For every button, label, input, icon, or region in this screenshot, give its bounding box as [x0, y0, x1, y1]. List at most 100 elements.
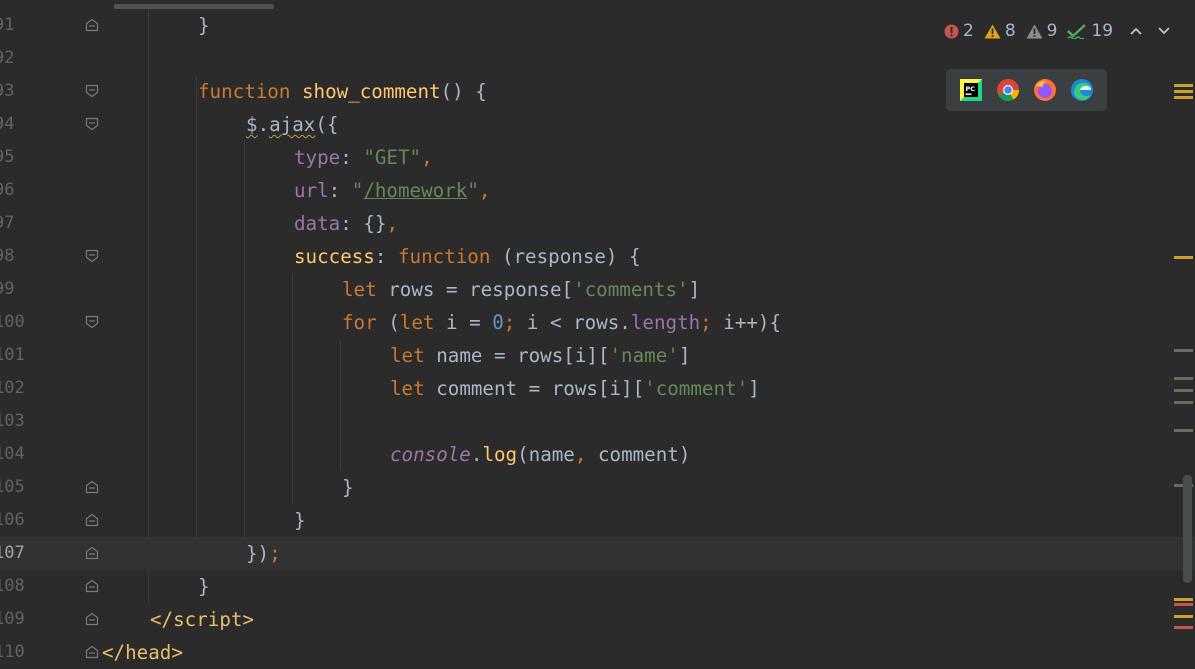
- line-number[interactable]: 105: [0, 471, 28, 504]
- errors-count: 2: [963, 21, 974, 41]
- warning-stripe-mark[interactable]: [1174, 598, 1193, 601]
- code-token: "GET": [363, 146, 422, 169]
- code-text[interactable]: console.log(name, comment): [390, 438, 690, 471]
- code-text[interactable]: }: [294, 504, 306, 537]
- weak-warning-stripe-mark[interactable]: [1174, 349, 1193, 352]
- line-number[interactable]: 100: [0, 306, 28, 339]
- code-token: :: [374, 245, 398, 268]
- line-number[interactable]: 98: [0, 240, 28, 273]
- fold-close-icon[interactable]: [85, 645, 99, 659]
- code-text[interactable]: let comment = rows[i]['comment']: [390, 372, 760, 405]
- vertical-scrollbar-thumb[interactable]: [1183, 475, 1192, 583]
- code-token: (name: [517, 443, 575, 466]
- fold-open-icon[interactable]: [85, 117, 99, 131]
- line-number[interactable]: 101: [0, 339, 28, 372]
- warning-stripe-mark[interactable]: [1174, 256, 1193, 259]
- errors-counter[interactable]: 2: [944, 21, 974, 41]
- warning-stripe-mark[interactable]: [1174, 90, 1193, 93]
- code-text[interactable]: let rows = response['comments']: [342, 273, 700, 306]
- code-token: </: [102, 641, 126, 664]
- warning-stripe-mark[interactable]: [1174, 96, 1193, 99]
- line-number[interactable]: 104: [0, 438, 28, 471]
- code-line[interactable]: 104 console.log(name, comment): [0, 438, 1195, 471]
- chrome-icon[interactable]: [995, 77, 1021, 103]
- code-text[interactable]: for (let i = 0; i < rows.length; i++){: [342, 306, 781, 339]
- weak-warning-stripe-mark[interactable]: [1174, 389, 1193, 392]
- code-token: ]: [688, 278, 701, 301]
- firefox-icon[interactable]: [1032, 77, 1058, 103]
- line-number[interactable]: 102: [0, 372, 28, 405]
- code-token: ]: [748, 377, 760, 400]
- code-line[interactable]: 100 for (let i = 0; i < rows.length; i++)…: [0, 306, 1195, 339]
- line-number[interactable]: 94: [0, 108, 28, 141]
- fold-open-icon[interactable]: [85, 249, 99, 263]
- error-stripe-mark[interactable]: [1174, 626, 1193, 629]
- code-text[interactable]: data: {},: [294, 207, 398, 240]
- fold-close-icon[interactable]: [85, 579, 99, 593]
- fold-open-icon[interactable]: [85, 84, 99, 98]
- warnings-counter[interactable]: 8: [984, 21, 1016, 41]
- code-token: i++){: [723, 311, 782, 334]
- error-stripe-mark[interactable]: [1174, 603, 1193, 606]
- line-number[interactable]: 108: [0, 570, 28, 603]
- code-line[interactable]: 102 let comment = rows[i]['comment']: [0, 372, 1195, 405]
- line-number[interactable]: 106: [0, 504, 28, 537]
- code-text[interactable]: }: [198, 9, 210, 42]
- line-number[interactable]: 109: [0, 603, 28, 636]
- typos-count: 19: [1091, 21, 1114, 41]
- line-number[interactable]: 96: [0, 174, 28, 207]
- fold-open-icon[interactable]: [85, 315, 99, 329]
- code-token: (: [388, 311, 400, 334]
- chevron-up-icon[interactable]: [1129, 26, 1143, 36]
- code-text[interactable]: }: [198, 570, 210, 603]
- code-line[interactable]: 108}: [0, 570, 1195, 603]
- code-text[interactable]: type: "GET",: [294, 141, 433, 174]
- line-number[interactable]: 103: [0, 405, 28, 438]
- code-line[interactable]: 101 let name = rows[i]['name']: [0, 339, 1195, 372]
- code-text[interactable]: url: "/homework",: [294, 174, 490, 207]
- weak-warning-stripe-mark[interactable]: [1174, 429, 1193, 432]
- code-line[interactable]: 109 </script>: [0, 603, 1195, 636]
- fold-close-icon[interactable]: [85, 546, 99, 560]
- warning-stripe-mark[interactable]: [1174, 84, 1193, 87]
- code-line[interactable]: 106}: [0, 504, 1195, 537]
- fold-close-icon[interactable]: [85, 612, 99, 626]
- code-line[interactable]: 99 let rows = response['comments']: [0, 273, 1195, 306]
- code-line[interactable]: 95 type: "GET",: [0, 141, 1195, 174]
- warning-stripe-mark[interactable]: [1174, 615, 1193, 618]
- line-number[interactable]: 93: [0, 75, 28, 108]
- code-line[interactable]: 98 success: function (response) {: [0, 240, 1195, 273]
- line-number[interactable]: 99: [0, 273, 28, 306]
- fold-close-icon[interactable]: [85, 18, 99, 32]
- pycharm-icon[interactable]: PC: [958, 77, 984, 103]
- code-line[interactable]: 97 data: {},: [0, 207, 1195, 240]
- line-number[interactable]: 110: [0, 636, 28, 669]
- code-line[interactable]: 107});: [0, 537, 1195, 570]
- weak-warnings-counter[interactable]: 9: [1026, 21, 1057, 41]
- line-number[interactable]: 97: [0, 207, 28, 240]
- fold-close-icon[interactable]: [85, 480, 99, 494]
- line-number[interactable]: 91: [0, 9, 28, 42]
- inspection-widget[interactable]: 2 8 9 19: [944, 19, 1171, 43]
- code-text[interactable]: </head>: [102, 636, 183, 669]
- code-text[interactable]: let name = rows[i]['name']: [390, 339, 690, 372]
- code-line[interactable]: 110 </head>: [0, 636, 1195, 669]
- code-line[interactable]: 105}: [0, 471, 1195, 504]
- line-number[interactable]: 92: [0, 42, 28, 75]
- code-line[interactable]: 103: [0, 405, 1195, 438]
- typos-counter[interactable]: 19: [1067, 21, 1113, 41]
- code-text[interactable]: function show_comment() {: [198, 75, 487, 108]
- code-text[interactable]: </script>: [150, 603, 254, 636]
- weak-warning-stripe-mark[interactable]: [1174, 401, 1193, 404]
- code-text[interactable]: });: [246, 537, 281, 570]
- fold-close-icon[interactable]: [85, 513, 99, 527]
- line-number[interactable]: 95: [0, 141, 28, 174]
- weak-warning-stripe-mark[interactable]: [1174, 377, 1193, 380]
- line-number[interactable]: 107: [0, 537, 28, 570]
- code-text[interactable]: $.ajax({: [246, 108, 338, 141]
- code-text[interactable]: }: [342, 471, 354, 504]
- edge-icon[interactable]: [1069, 77, 1095, 103]
- code-text[interactable]: success: function (response) {: [294, 240, 641, 273]
- code-line[interactable]: 96 url: "/homework",: [0, 174, 1195, 207]
- code-line[interactable]: 94 $.ajax({: [0, 108, 1195, 141]
